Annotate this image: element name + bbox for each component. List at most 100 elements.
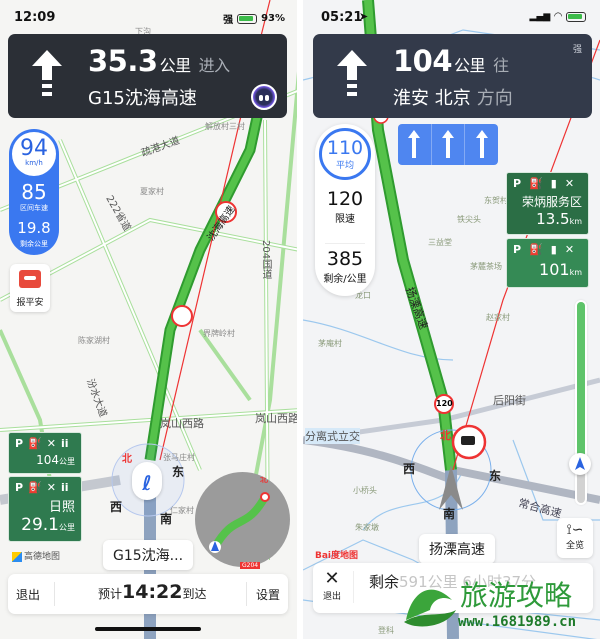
- eta: 预计14:22到达: [98, 581, 207, 603]
- straight-arrow-icon: [337, 50, 367, 96]
- gps-signal-icon: 强: [572, 45, 582, 55]
- toilet-icon: ii: [60, 437, 69, 450]
- minimap-road-badge: G204: [240, 562, 261, 569]
- parking-icon: P: [513, 177, 522, 190]
- compass-north: 北: [440, 429, 451, 442]
- exit-button[interactable]: ✕ 退出: [323, 568, 341, 603]
- map-label-village: 朱家墩: [355, 523, 379, 532]
- eta-time: 14:22: [122, 581, 183, 603]
- map-label-village: 三益堂: [428, 238, 452, 247]
- restaurant-icon: ✕: [46, 481, 56, 494]
- lane-straight-icon: [398, 124, 432, 165]
- watermark-url: www.1681989.cn: [458, 614, 577, 630]
- envelope-icon: [19, 270, 41, 288]
- amap-logo: 高德地图: [12, 549, 60, 562]
- speed-camera-limit-sign: 120: [434, 394, 454, 414]
- map-label-village: 夏家村: [140, 187, 164, 196]
- compass-east: 东: [172, 465, 185, 479]
- map-label-village: 铁尖头: [457, 215, 481, 224]
- right-nav-screen: 120 扬溧高速 常合高速 后阳街 分离式立交 东贺村 铁尖头 三益堂 茅麓茶场…: [303, 0, 600, 639]
- service-area-name: 荣炳服务区: [521, 195, 582, 209]
- distance-unit: 公里: [159, 56, 192, 75]
- toilet-icon: ii: [60, 481, 69, 494]
- mini-map[interactable]: 北: [195, 472, 290, 567]
- average-speed: 110 平均: [319, 128, 371, 180]
- bottom-bar: 退出 预计14:22到达 设置: [8, 574, 288, 614]
- fuel-icon: ⛽: [529, 177, 543, 190]
- current-speed: 94 km/h: [12, 132, 56, 176]
- lane-guidance: [398, 124, 498, 165]
- service-area-sign: P ⛽ ✕ ii 日照 29.1公里: [8, 476, 82, 542]
- remaining-distance: 385 剩余/公里: [323, 248, 367, 285]
- section-speed: 85 区间车速: [20, 180, 48, 212]
- vehicle-progress-marker[interactable]: [569, 453, 591, 475]
- parking-icon: P: [513, 243, 522, 256]
- settings-button[interactable]: 设置: [256, 586, 280, 603]
- restaurant-icon: ✕: [564, 243, 575, 256]
- turn-action: 进入: [198, 56, 231, 75]
- map-label-village: 解放村三村: [205, 122, 245, 131]
- distance-to-turn: 104 公里往: [393, 44, 509, 78]
- map-label-road: 岚山西路: [255, 412, 297, 425]
- close-icon: ✕: [324, 568, 340, 589]
- charging-icon: ▮: [550, 177, 557, 190]
- report-safety-button[interactable]: 报平安: [10, 264, 50, 312]
- service-distance: 13.5: [536, 210, 570, 228]
- distance-value: 104: [393, 44, 453, 78]
- wifi-icon: ◠: [554, 11, 562, 22]
- parking-icon: P: [15, 437, 24, 450]
- map-label-road: 岚山西路: [160, 417, 204, 430]
- service-icons: P ⛽ ✕ ii: [9, 477, 81, 494]
- map-label-village: 东贺村: [484, 196, 508, 205]
- status-bar: 12:09 强 93%: [0, 8, 297, 28]
- map-label-village: 小桥头: [353, 486, 377, 495]
- service-area-sign: P ⛽ ✕ ii 104公里: [8, 432, 82, 474]
- service-distance: 101: [539, 260, 570, 279]
- fuel-icon: ⛽: [529, 243, 543, 256]
- home-indicator[interactable]: [95, 627, 201, 631]
- map-label-road: 204国道: [260, 240, 271, 280]
- battery-icon: [566, 11, 586, 22]
- watermark-text: 旅游攻略 www.1681989.cn: [458, 574, 600, 639]
- distance-unit: 公里: [454, 56, 486, 75]
- map-label-village: 茅麓茶场: [470, 262, 502, 271]
- map-label-village: 茅庵村: [318, 339, 342, 348]
- restaurant-icon: ✕: [564, 177, 575, 190]
- exit-button[interactable]: 退出: [16, 586, 40, 603]
- status-bar: 05:21 ➤ ▂▄▆ ◠: [303, 8, 600, 28]
- overview-button[interactable]: ⟟∽ 全览: [557, 518, 593, 558]
- service-area-sign: P ⛽ ▮ ✕ 荣炳服务区 13.5km: [506, 172, 589, 235]
- map-label-village: 界牌岭村: [203, 329, 235, 338]
- straight-arrow-icon: [32, 50, 62, 96]
- lane-straight-icon: [465, 124, 498, 165]
- parking-icon: P: [15, 481, 24, 494]
- current-road-label: 扬溧高速: [419, 534, 495, 564]
- map-label-village: 赵家村: [486, 313, 510, 322]
- service-icons: P ⛽ ▮ ✕: [507, 239, 588, 256]
- mini-map-north: 北: [260, 475, 268, 484]
- voice-assistant-icon[interactable]: [251, 84, 277, 110]
- service-icons: P ⛽ ▮ ✕: [507, 173, 588, 190]
- map-label-village: 登科: [378, 626, 394, 635]
- fuel-icon: ⛽: [28, 437, 42, 450]
- service-area-name: 日照: [48, 500, 75, 515]
- speed-limit: 120 限速: [326, 188, 364, 225]
- compass-north: 北: [122, 454, 132, 465]
- vehicle-position-icon: ℓ: [132, 462, 162, 500]
- baidu-map-logo: Bai度地图: [315, 551, 359, 561]
- battery-percent: 93%: [261, 13, 285, 24]
- service-distance: 104: [36, 453, 59, 467]
- location-arrow-icon: ➤: [359, 10, 369, 23]
- divider: [353, 571, 354, 603]
- restaurant-icon: ✕: [46, 437, 56, 450]
- turn-instruction-card: 104 公里往 淮安 北京 方向 强: [313, 34, 592, 118]
- amap-logo-icon: [12, 551, 22, 562]
- status-time: 05:21: [321, 10, 363, 25]
- compass-east: 东: [489, 469, 502, 483]
- map-label-village: 仁家村: [170, 506, 194, 515]
- next-road-name: G15沈海高速: [88, 88, 197, 109]
- speed-panel: 94 km/h 85 区间车速 19.8 剩余公里: [9, 129, 59, 255]
- remaining-distance: 19.8 剩余公里: [17, 219, 51, 248]
- compass-south: 南: [160, 512, 173, 526]
- map-label-village: 张马庄村: [163, 453, 195, 462]
